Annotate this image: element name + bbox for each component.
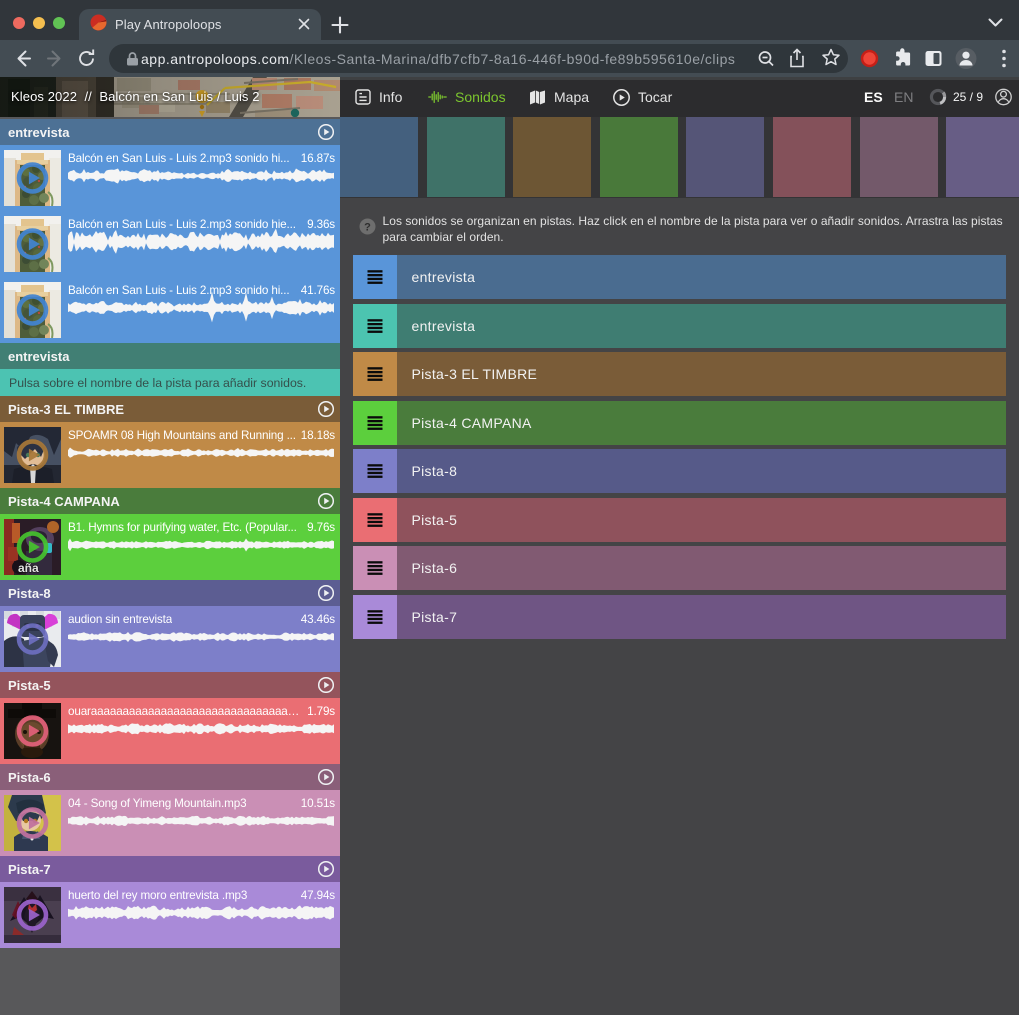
svg-text:aña: aña bbox=[18, 561, 39, 575]
svg-text:?: ? bbox=[364, 222, 371, 234]
